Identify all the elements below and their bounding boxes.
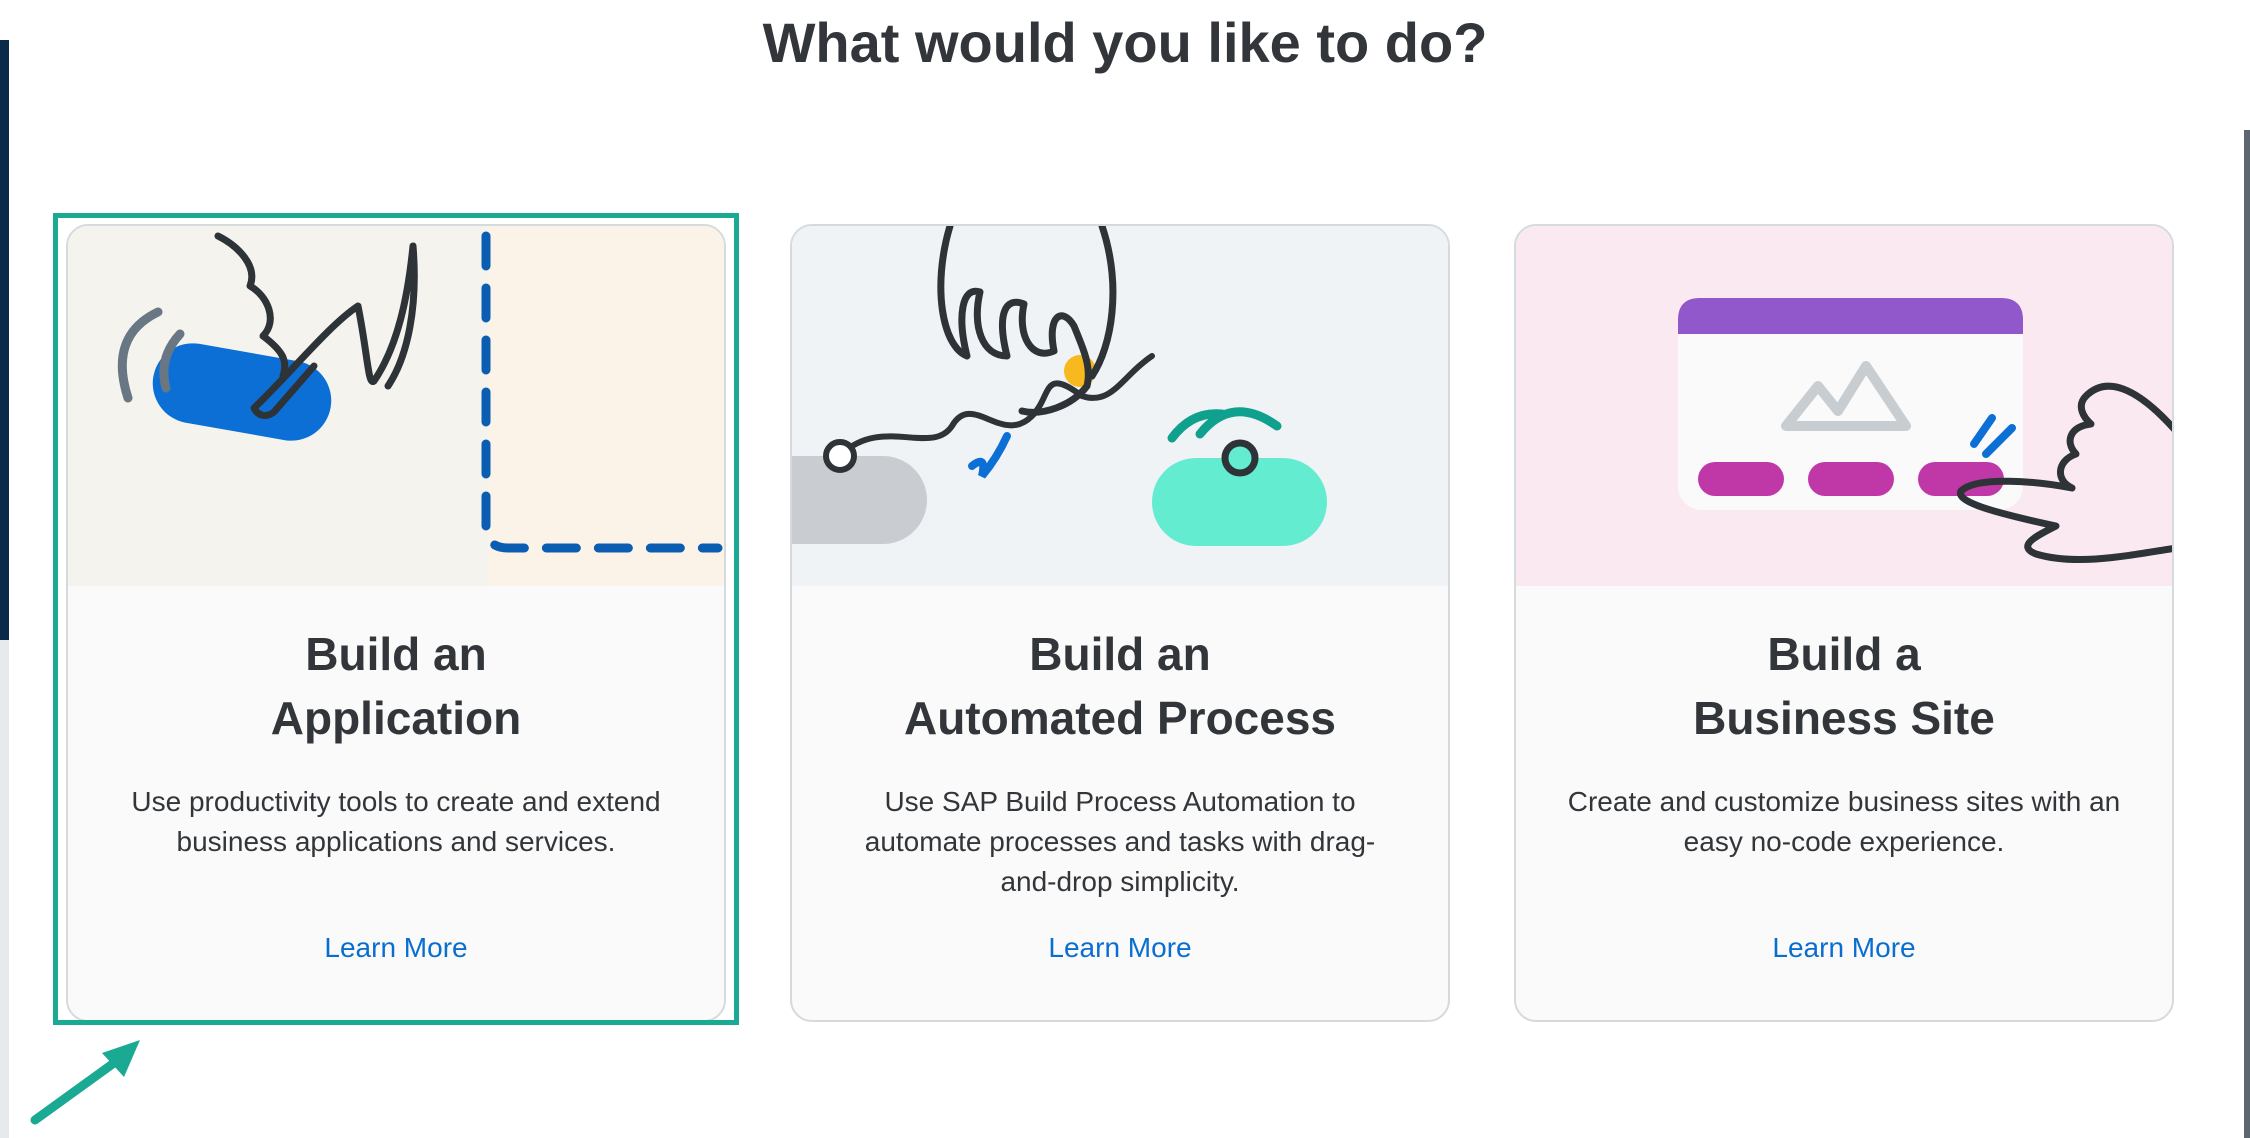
background-window-edge bbox=[0, 0, 9, 1138]
page-title: What would you like to do? bbox=[762, 11, 1488, 74]
scrollbar[interactable] bbox=[2244, 130, 2250, 1138]
card-description: Use SAP Build Process Automation to auto… bbox=[864, 786, 1376, 897]
card-description: Create and customize business sites with… bbox=[1567, 786, 2121, 857]
card-title-line: Build an bbox=[1029, 628, 1211, 680]
selection-highlight-box bbox=[53, 213, 739, 1025]
hand-connecting-wire-icon bbox=[792, 226, 1448, 586]
card-title-line: Build a bbox=[1767, 628, 1921, 680]
card-title: Build an Automated Process bbox=[792, 622, 1448, 750]
card-title: Build a Business Site bbox=[1516, 622, 2172, 750]
card-title-line: Automated Process bbox=[903, 692, 1336, 744]
annotation-arrow-icon bbox=[30, 1040, 140, 1125]
card-title-line: Business Site bbox=[1693, 692, 1995, 744]
learn-more-link[interactable]: Learn More bbox=[1516, 932, 2172, 964]
hand-tapping-website-icon bbox=[1516, 226, 2172, 586]
learn-more-link[interactable]: Learn More bbox=[792, 932, 1448, 964]
card-build-automated-process[interactable]: Build an Automated Process Use SAP Build… bbox=[790, 224, 1450, 1022]
card-build-business-site[interactable]: Build a Business Site Create and customi… bbox=[1514, 224, 2174, 1022]
